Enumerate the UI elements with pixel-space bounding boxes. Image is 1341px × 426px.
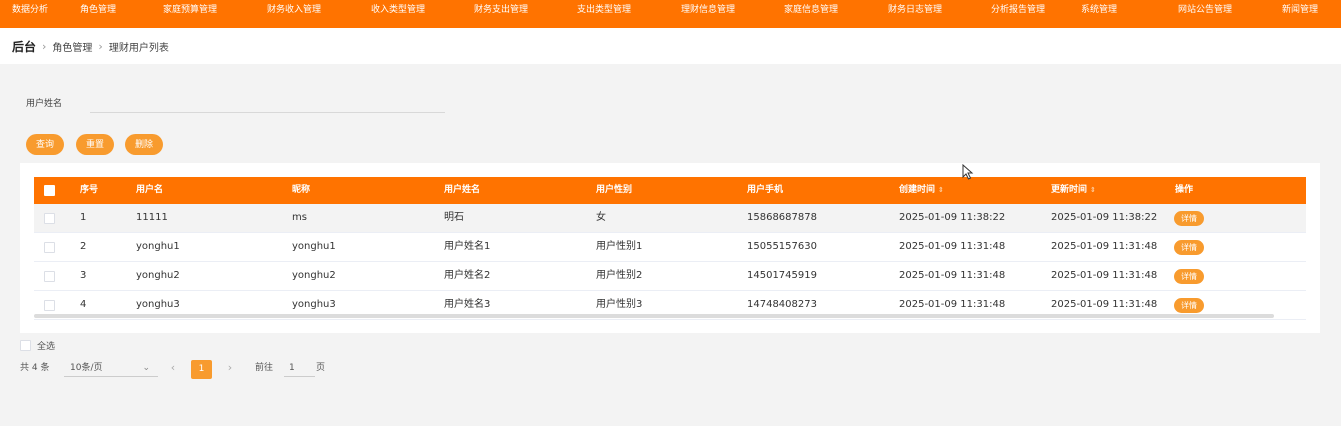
breadcrumb-item-current: 理财用户列表 xyxy=(108,42,169,54)
nav-item-expense[interactable]: 财务支出管理 xyxy=(474,0,528,20)
select-all-checkbox[interactable] xyxy=(20,340,31,351)
nav-item-expense-type[interactable]: 支出类型管理 xyxy=(577,0,631,20)
col-header-created-label: 创建时间 xyxy=(899,185,936,195)
table-header: 序号 用户名 昵称 用户姓名 用户性别 用户手机 创建时间 ⇕ 更新时间 ⇕ 操作 xyxy=(34,177,1306,204)
cell-index: 1 xyxy=(80,212,87,223)
col-header-updated[interactable]: 更新时间 ⇕ xyxy=(1051,177,1096,204)
col-header-nickname: 昵称 xyxy=(292,185,311,195)
row-checkbox[interactable] xyxy=(44,271,55,282)
goto-label: 前往 xyxy=(255,363,274,373)
col-header-created[interactable]: 创建时间 ⇕ xyxy=(899,177,944,204)
page-number-current[interactable]: 1 xyxy=(191,360,212,379)
cell-username: 11111 xyxy=(136,212,168,223)
page-size-value: 10条/页 xyxy=(70,363,103,373)
nav-item-finance-log[interactable]: 财务日志管理 xyxy=(888,0,942,20)
cell-nickname: yonghu1 xyxy=(292,241,336,252)
cell-realname: 用户姓名1 xyxy=(444,241,491,252)
cell-gender: 女 xyxy=(596,212,606,223)
row-checkbox[interactable] xyxy=(44,213,55,224)
cell-created: 2025-01-09 11:38:22 xyxy=(899,212,1006,223)
cell-index: 3 xyxy=(80,270,87,281)
detail-button[interactable]: 详情 xyxy=(1174,211,1204,226)
col-header-index: 序号 xyxy=(80,185,99,195)
nav-item-family-info[interactable]: 家庭信息管理 xyxy=(784,0,838,20)
page-size-select[interactable]: 10条/页 ⌄ xyxy=(64,360,158,377)
col-header-phone: 用户手机 xyxy=(747,185,784,195)
nav-item-income[interactable]: 财务收入管理 xyxy=(267,0,321,20)
chevron-down-icon: ⌄ xyxy=(142,363,150,373)
table-row: 2 yonghu1 yonghu1 用户姓名1 用户性别1 1505515763… xyxy=(34,233,1306,262)
chevron-right-icon: › xyxy=(42,39,47,53)
nav-item-finance-info[interactable]: 理财信息管理 xyxy=(681,0,735,20)
nav-item-notice[interactable]: 网站公告管理 xyxy=(1178,0,1232,20)
cell-username: yonghu1 xyxy=(136,241,180,252)
query-button[interactable]: 查询 xyxy=(26,134,65,155)
detail-button[interactable]: 详情 xyxy=(1174,240,1204,255)
goto-unit: 页 xyxy=(316,363,326,373)
sort-icon[interactable]: ⇕ xyxy=(938,186,944,194)
cell-phone: 15868687878 xyxy=(747,212,817,223)
chevron-right-icon: › xyxy=(98,39,103,53)
cell-phone: 15055157630 xyxy=(747,241,817,252)
goto-page-input[interactable]: 1 xyxy=(284,360,315,377)
search-label: 用户姓名 xyxy=(26,99,63,109)
nav-item-data-analysis[interactable]: 数据分析 xyxy=(12,0,48,20)
cell-created: 2025-01-09 11:31:48 xyxy=(899,241,1006,252)
cell-updated: 2025-01-09 11:38:22 xyxy=(1051,212,1158,223)
cell-gender: 用户性别2 xyxy=(596,270,643,281)
pager-total: 共 4 条 xyxy=(20,363,50,373)
table-row: 1 11111 ms 明石 女 15868687878 2025-01-09 1… xyxy=(34,204,1306,233)
col-header-realname: 用户姓名 xyxy=(444,185,481,195)
nav-item-roles[interactable]: 角色管理 xyxy=(80,0,116,20)
nav-item-family-budget[interactable]: 家庭预算管理 xyxy=(163,0,217,20)
search-input[interactable] xyxy=(90,94,445,113)
cell-nickname: ms xyxy=(292,212,307,223)
cell-nickname: yonghu2 xyxy=(292,270,336,281)
cell-index: 2 xyxy=(80,241,87,252)
nav-item-report[interactable]: 分析报告管理 xyxy=(991,0,1045,20)
header-checkbox[interactable] xyxy=(44,185,55,196)
cell-realname: 用户姓名2 xyxy=(444,270,491,281)
col-header-updated-label: 更新时间 xyxy=(1051,185,1088,195)
select-all-label: 全选 xyxy=(37,342,56,352)
row-checkbox[interactable] xyxy=(44,242,55,253)
sort-icon[interactable]: ⇕ xyxy=(1090,186,1096,194)
horizontal-scrollbar[interactable] xyxy=(34,314,1274,318)
cell-updated: 2025-01-09 11:31:48 xyxy=(1051,270,1158,281)
breadcrumb: 后台 › 角色管理 › 理财用户列表 xyxy=(0,28,1341,64)
col-header-username: 用户名 xyxy=(136,185,164,195)
top-nav: 数据分析 角色管理 家庭预算管理 财务收入管理 收入类型管理 财务支出管理 支出… xyxy=(0,0,1341,28)
cell-username: yonghu2 xyxy=(136,270,180,281)
table-row: 3 yonghu2 yonghu2 用户姓名2 用户性别2 1450174591… xyxy=(34,262,1306,291)
next-page-button[interactable]: › xyxy=(221,360,239,378)
detail-button[interactable]: 详情 xyxy=(1174,298,1204,313)
breadcrumb-root[interactable]: 后台 xyxy=(12,38,36,55)
cell-realname: 明石 xyxy=(444,212,464,223)
detail-button[interactable]: 详情 xyxy=(1174,269,1204,284)
user-table: 序号 用户名 昵称 用户姓名 用户性别 用户手机 创建时间 ⇕ 更新时间 ⇕ 操作 … xyxy=(20,163,1320,333)
cell-phone: 14501745919 xyxy=(747,270,817,281)
delete-button[interactable]: 删除 xyxy=(125,134,164,155)
nav-item-system[interactable]: 系统管理 xyxy=(1081,0,1117,20)
cell-gender: 用户性别1 xyxy=(596,241,643,252)
col-header-actions: 操作 xyxy=(1175,185,1194,195)
mouse-cursor-icon xyxy=(962,164,974,180)
cell-updated: 2025-01-09 11:31:48 xyxy=(1051,241,1158,252)
nav-item-income-type[interactable]: 收入类型管理 xyxy=(371,0,425,20)
breadcrumb-item-roles[interactable]: 角色管理 xyxy=(52,39,92,54)
prev-page-button[interactable]: ‹ xyxy=(164,360,182,378)
reset-button[interactable]: 重置 xyxy=(76,134,115,155)
select-all[interactable]: 全选 xyxy=(20,339,55,352)
row-checkbox[interactable] xyxy=(44,300,55,311)
col-header-gender: 用户性别 xyxy=(596,185,633,195)
cell-created: 2025-01-09 11:31:48 xyxy=(899,270,1006,281)
nav-item-news[interactable]: 新闻管理 xyxy=(1282,0,1318,20)
